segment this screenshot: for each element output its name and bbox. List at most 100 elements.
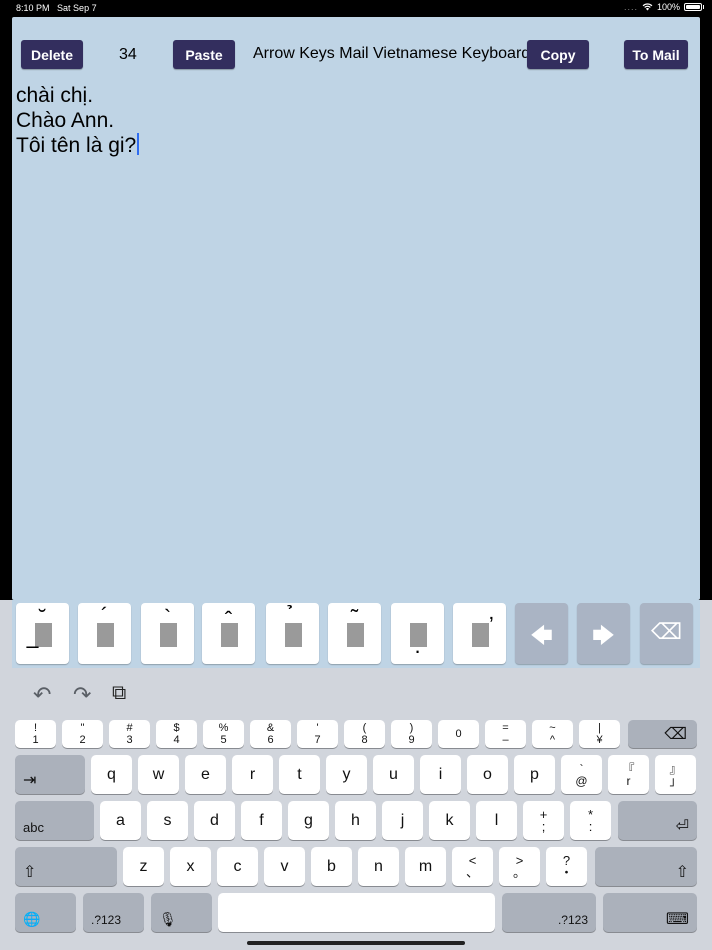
globe-key[interactable]: 🌐 bbox=[15, 893, 76, 932]
delete-button[interactable]: Delete bbox=[21, 40, 83, 69]
keyboard-toolbar: ↶ ↷ ⧉ bbox=[0, 670, 712, 714]
arrow-left-icon: 🡄 bbox=[530, 623, 553, 648]
key-t[interactable]: t bbox=[279, 755, 320, 794]
delete-key[interactable]: ⌫ bbox=[628, 720, 697, 748]
shift-icon: ⇧ bbox=[23, 864, 37, 881]
key-at[interactable]: ` @ bbox=[561, 755, 602, 794]
key-v[interactable]: v bbox=[264, 847, 305, 886]
key-h[interactable]: h bbox=[335, 801, 376, 840]
key-z[interactable]: z bbox=[123, 847, 164, 886]
key-top: # bbox=[126, 722, 133, 734]
tab-key[interactable]: ⇥ bbox=[15, 755, 85, 794]
key-7[interactable]: ' 7 bbox=[297, 720, 338, 748]
key-bottom: 1 bbox=[32, 734, 39, 746]
clipboard-icon[interactable]: ⧉ bbox=[112, 682, 126, 705]
battery-cap bbox=[703, 5, 704, 9]
key-u[interactable]: u bbox=[373, 755, 414, 794]
key-q[interactable]: q bbox=[91, 755, 132, 794]
return-key[interactable]: ⏎ bbox=[618, 801, 697, 840]
key-y[interactable]: y bbox=[326, 755, 367, 794]
key-2[interactable]: " 2 bbox=[62, 720, 103, 748]
key-5[interactable]: % 5 bbox=[203, 720, 244, 748]
tilde-mark: ˜ bbox=[350, 605, 359, 630]
accent-acute-key[interactable]: ´ bbox=[78, 603, 131, 664]
numbers-key-right[interactable]: .?123 bbox=[502, 893, 596, 932]
key-x[interactable]: x bbox=[170, 847, 211, 886]
key-w[interactable]: w bbox=[138, 755, 179, 794]
key-less-than[interactable]: <、 bbox=[452, 847, 493, 886]
key-l[interactable]: l bbox=[476, 801, 517, 840]
arrow-right-key[interactable]: 🡆 bbox=[577, 603, 630, 664]
accent-tilde-key[interactable]: ˜ bbox=[328, 603, 381, 664]
key-a[interactable]: a bbox=[100, 801, 141, 840]
key-yen[interactable]: | ¥ bbox=[579, 720, 620, 748]
microphone-key[interactable]: 🎙 bbox=[151, 893, 212, 932]
key-f[interactable]: f bbox=[241, 801, 282, 840]
key-top: | bbox=[598, 722, 601, 734]
key-1[interactable]: ! 1 bbox=[15, 720, 56, 748]
paste-button[interactable]: Paste bbox=[173, 40, 235, 69]
status-bar: 8:10 PM Sat Sep 7 .... 100% bbox=[0, 0, 712, 16]
accent-breve-key[interactable]: ˘ – bbox=[16, 603, 69, 664]
key-n[interactable]: n bbox=[358, 847, 399, 886]
abc-key[interactable]: abc bbox=[15, 801, 94, 840]
key-s[interactable]: s bbox=[147, 801, 188, 840]
app-title: Arrow Keys Mail Vietnamese Keyboard bbox=[253, 45, 531, 62]
copy-button[interactable]: Copy bbox=[527, 40, 589, 69]
key-semicolon[interactable]: +; bbox=[523, 801, 564, 840]
key-k[interactable]: k bbox=[429, 801, 470, 840]
key-9[interactable]: ) 9 bbox=[391, 720, 432, 748]
key-bracket-open[interactable]: 『r bbox=[608, 755, 649, 794]
key-d[interactable]: d bbox=[194, 801, 235, 840]
dismiss-keyboard-key[interactable]: ⌨ bbox=[603, 893, 697, 932]
horn-mark: ʼ bbox=[489, 613, 494, 638]
redo-icon[interactable]: ↷ bbox=[73, 682, 91, 708]
shift-key-right[interactable]: ⇧ bbox=[595, 847, 697, 886]
key-bracket-close[interactable]: 』」 bbox=[655, 755, 696, 794]
to-mail-button[interactable]: To Mail bbox=[624, 40, 688, 69]
space-key[interactable] bbox=[218, 893, 495, 932]
key-greater-than[interactable]: >。 bbox=[499, 847, 540, 886]
key-top: $ bbox=[173, 722, 180, 734]
key-question[interactable]: ? ・ bbox=[546, 847, 587, 886]
key-i[interactable]: i bbox=[420, 755, 461, 794]
key-e[interactable]: e bbox=[185, 755, 226, 794]
key-caret[interactable]: ~ ^ bbox=[532, 720, 573, 748]
key-p[interactable]: p bbox=[514, 755, 555, 794]
text-editor[interactable]: chài chị. Chào Ann. Tôi tên là gi? bbox=[16, 84, 686, 159]
key-colon[interactable]: *: bbox=[570, 801, 611, 840]
backspace-icon: ⌫ bbox=[650, 619, 683, 644]
accent-backspace-key[interactable]: ⌫ bbox=[640, 603, 693, 664]
undo-icon[interactable]: ↶ bbox=[33, 682, 51, 708]
key-4[interactable]: $4 bbox=[156, 720, 197, 748]
key-c[interactable]: c bbox=[217, 847, 258, 886]
key-bottom: @ bbox=[575, 773, 588, 788]
key-g[interactable]: g bbox=[288, 801, 329, 840]
key-8[interactable]: (8 bbox=[344, 720, 385, 748]
delete-key-icon: ⌫ bbox=[664, 726, 687, 743]
key-0[interactable]: 0 bbox=[438, 720, 479, 748]
key-m[interactable]: m bbox=[405, 847, 446, 886]
character-count: 34 bbox=[119, 46, 137, 63]
key-bottom: 2 bbox=[79, 734, 86, 746]
key-j[interactable]: j bbox=[382, 801, 423, 840]
arrow-left-key[interactable]: 🡄 bbox=[515, 603, 568, 664]
key-3[interactable]: #3 bbox=[109, 720, 150, 748]
key-minus[interactable]: = – bbox=[485, 720, 526, 748]
accent-circumflex-key[interactable]: ˆ bbox=[202, 603, 255, 664]
battery-percent: 100% bbox=[656, 2, 680, 12]
return-icon: ⏎ bbox=[675, 818, 689, 835]
key-b[interactable]: b bbox=[311, 847, 352, 886]
accent-hook-key[interactable]: ̉ bbox=[266, 603, 319, 664]
status-right: .... 100% bbox=[624, 2, 704, 12]
key-top: " bbox=[80, 722, 85, 734]
numbers-key-left[interactable]: .?123 bbox=[83, 893, 144, 932]
accent-horn-key[interactable]: ʼ bbox=[453, 603, 506, 664]
shift-key-left[interactable]: ⇧ bbox=[15, 847, 117, 886]
accent-dot-below-key[interactable]: . bbox=[391, 603, 444, 664]
key-6[interactable]: & 6 bbox=[250, 720, 291, 748]
key-bottom: 、 bbox=[465, 864, 479, 880]
key-o[interactable]: o bbox=[467, 755, 508, 794]
accent-grave-key[interactable]: ` bbox=[141, 603, 194, 664]
key-r[interactable]: r bbox=[232, 755, 273, 794]
